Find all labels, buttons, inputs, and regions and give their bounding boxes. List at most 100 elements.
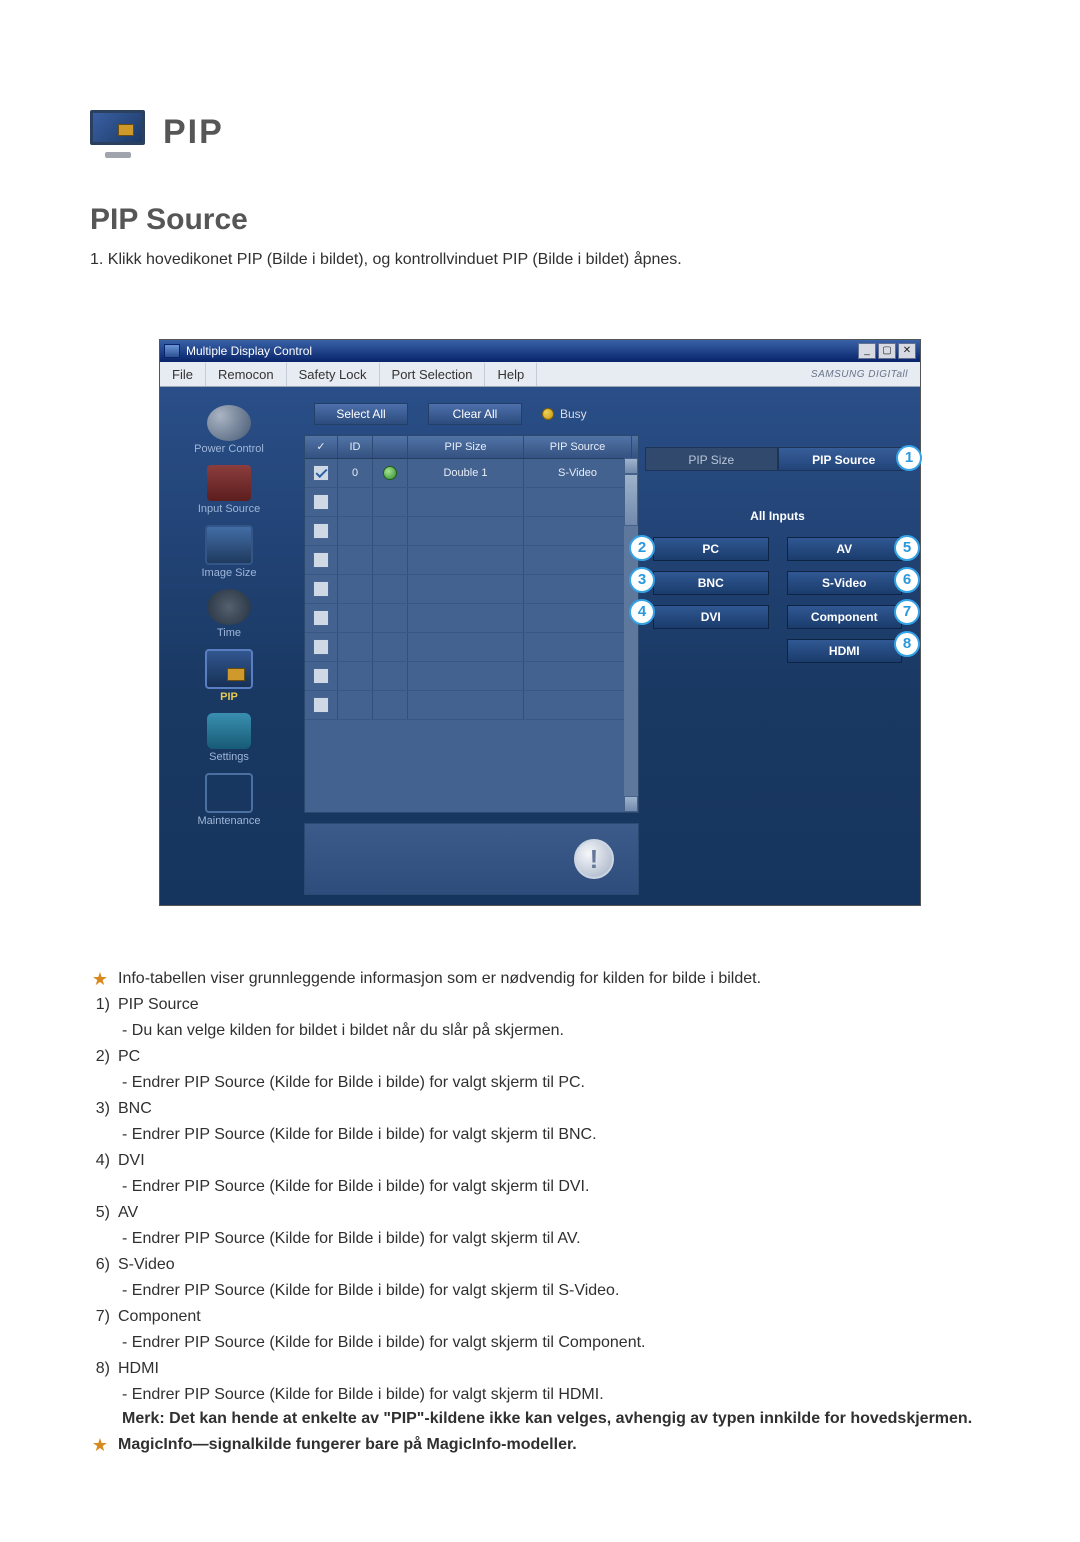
table-row[interactable] bbox=[305, 691, 638, 720]
list-title: PC bbox=[118, 1048, 140, 1066]
menu-help[interactable]: Help bbox=[485, 363, 537, 386]
sidebar-item-label: Input Source bbox=[198, 503, 260, 515]
menu-safety-lock[interactable]: Safety Lock bbox=[287, 363, 380, 386]
tab-pip-size[interactable]: PIP Size bbox=[645, 447, 778, 471]
sidebar-item-label: Image Size bbox=[201, 567, 256, 579]
sidebar-item-label: Settings bbox=[209, 751, 249, 763]
source-bnc-button[interactable]: BNC bbox=[653, 571, 769, 595]
right-panel: PIP Size PIP Source 1 All Inputs PC AV B… bbox=[645, 387, 920, 905]
list-number: 5) bbox=[90, 1204, 110, 1222]
col-pip-source-header[interactable]: PIP Source bbox=[524, 436, 632, 458]
menu-port-selection[interactable]: Port Selection bbox=[380, 363, 486, 386]
sidebar-item-label: Power Control bbox=[194, 443, 264, 455]
image-size-icon bbox=[205, 525, 253, 565]
source-component-button[interactable]: Component bbox=[787, 605, 903, 629]
source-pc-button[interactable]: PC bbox=[653, 537, 769, 561]
close-button[interactable]: ✕ bbox=[898, 343, 916, 359]
menu-remocon[interactable]: Remocon bbox=[206, 363, 287, 386]
maintenance-icon bbox=[205, 773, 253, 813]
list-title: BNC bbox=[118, 1100, 152, 1118]
callout-badge-4: 4 bbox=[629, 599, 655, 625]
list-number: 8) bbox=[90, 1360, 110, 1378]
clear-all-button[interactable]: Clear All bbox=[428, 403, 522, 425]
menu-file[interactable]: File bbox=[160, 363, 206, 386]
source-svideo-button[interactable]: S-Video bbox=[787, 571, 903, 595]
table-row[interactable] bbox=[305, 633, 638, 662]
section-title: PIP Source bbox=[90, 203, 990, 237]
sidebar-item-maintenance[interactable]: Maintenance bbox=[166, 773, 292, 835]
power-icon bbox=[207, 405, 251, 441]
table-row[interactable] bbox=[305, 488, 638, 517]
row-checkbox[interactable] bbox=[313, 668, 329, 684]
scroll-thumb[interactable] bbox=[624, 474, 638, 526]
sidebar-item-settings[interactable]: Settings bbox=[166, 713, 292, 771]
table-row[interactable] bbox=[305, 604, 638, 633]
list-title: PIP Source bbox=[118, 996, 199, 1014]
callout-badge-1: 1 bbox=[896, 445, 922, 471]
center-panel: Select All Clear All Busy ✓ ID PIP Size … bbox=[298, 387, 645, 905]
sidebar-item-image-size[interactable]: Image Size bbox=[166, 525, 292, 587]
status-dot-icon bbox=[383, 466, 397, 480]
source-dvi-button[interactable]: DVI bbox=[653, 605, 769, 629]
list-desc: - Endrer PIP Source (Kilde for Bilde i b… bbox=[122, 1386, 990, 1404]
list-desc: - Endrer PIP Source (Kilde for Bilde i b… bbox=[122, 1230, 990, 1248]
table-row[interactable] bbox=[305, 546, 638, 575]
sidebar-item-pip[interactable]: PIP bbox=[166, 649, 292, 711]
table-row[interactable]: 0 Double 1 S-Video bbox=[305, 459, 638, 488]
window-title: Multiple Display Control bbox=[186, 344, 312, 358]
row-id: 0 bbox=[338, 459, 373, 487]
settings-icon bbox=[207, 713, 251, 749]
sidebar-item-input[interactable]: Input Source bbox=[166, 465, 292, 523]
restore-button[interactable]: ▢ bbox=[878, 343, 896, 359]
sidebar-item-power[interactable]: Power Control bbox=[166, 405, 292, 463]
menubar: File Remocon Safety Lock Port Selection … bbox=[160, 362, 920, 387]
row-checkbox[interactable] bbox=[313, 610, 329, 626]
star-icon: ★ bbox=[90, 970, 110, 988]
callout-badge-6: 6 bbox=[894, 567, 920, 593]
callout-badge-5: 5 bbox=[894, 535, 920, 561]
list-desc: - Endrer PIP Source (Kilde for Bilde i b… bbox=[122, 1126, 990, 1144]
scroll-up-button[interactable] bbox=[624, 458, 638, 474]
minimize-button[interactable]: _ bbox=[858, 343, 876, 359]
list-number: 7) bbox=[90, 1308, 110, 1326]
sidebar: Power Control Input Source Image Size Ti… bbox=[160, 387, 298, 905]
all-inputs-title: All Inputs bbox=[653, 509, 902, 523]
row-checkbox[interactable] bbox=[313, 697, 329, 713]
alert-icon: ! bbox=[574, 839, 614, 879]
magicinfo-note: MagicInfo—signalkilde fungerer bare på M… bbox=[118, 1436, 577, 1454]
col-id-header[interactable]: ID bbox=[338, 436, 373, 458]
table-scrollbar[interactable] bbox=[624, 458, 638, 812]
row-checkbox[interactable] bbox=[313, 639, 329, 655]
table-row[interactable] bbox=[305, 662, 638, 691]
table-row[interactable] bbox=[305, 517, 638, 546]
col-check-header[interactable]: ✓ bbox=[305, 436, 338, 458]
intro-text: Klikk hovedikonet PIP (Bilde i bildet), … bbox=[108, 251, 682, 268]
tab-pip-source[interactable]: PIP Source bbox=[778, 447, 911, 471]
pip-header-icon bbox=[90, 110, 145, 155]
list-title: Component bbox=[118, 1308, 201, 1326]
list-desc: - Du kan velge kilden for bildet i bilde… bbox=[122, 1022, 990, 1040]
row-checkbox[interactable] bbox=[313, 552, 329, 568]
brand-label: SAMSUNG DIGITall bbox=[811, 369, 920, 380]
select-all-button[interactable]: Select All bbox=[314, 403, 408, 425]
row-checkbox[interactable] bbox=[313, 494, 329, 510]
list-number: 2) bbox=[90, 1048, 110, 1066]
source-av-button[interactable]: AV bbox=[787, 537, 903, 561]
busy-indicator: Busy bbox=[542, 407, 587, 421]
busy-dot-icon bbox=[542, 408, 554, 420]
callout-badge-8: 8 bbox=[894, 631, 920, 657]
scroll-down-button[interactable] bbox=[624, 796, 638, 812]
list-desc: - Endrer PIP Source (Kilde for Bilde i b… bbox=[122, 1334, 990, 1352]
row-pip-source: S-Video bbox=[524, 459, 632, 487]
source-hdmi-button[interactable]: HDMI bbox=[787, 639, 903, 663]
table-row[interactable] bbox=[305, 575, 638, 604]
status-footer: ! bbox=[304, 823, 639, 895]
col-status-header[interactable] bbox=[373, 436, 408, 458]
list-number: 4) bbox=[90, 1152, 110, 1170]
row-checkbox[interactable] bbox=[313, 581, 329, 597]
sidebar-item-label: PIP bbox=[220, 691, 238, 703]
col-pip-size-header[interactable]: PIP Size bbox=[408, 436, 524, 458]
sidebar-item-time[interactable]: Time bbox=[166, 589, 292, 647]
row-checkbox[interactable] bbox=[313, 465, 329, 481]
row-checkbox[interactable] bbox=[313, 523, 329, 539]
